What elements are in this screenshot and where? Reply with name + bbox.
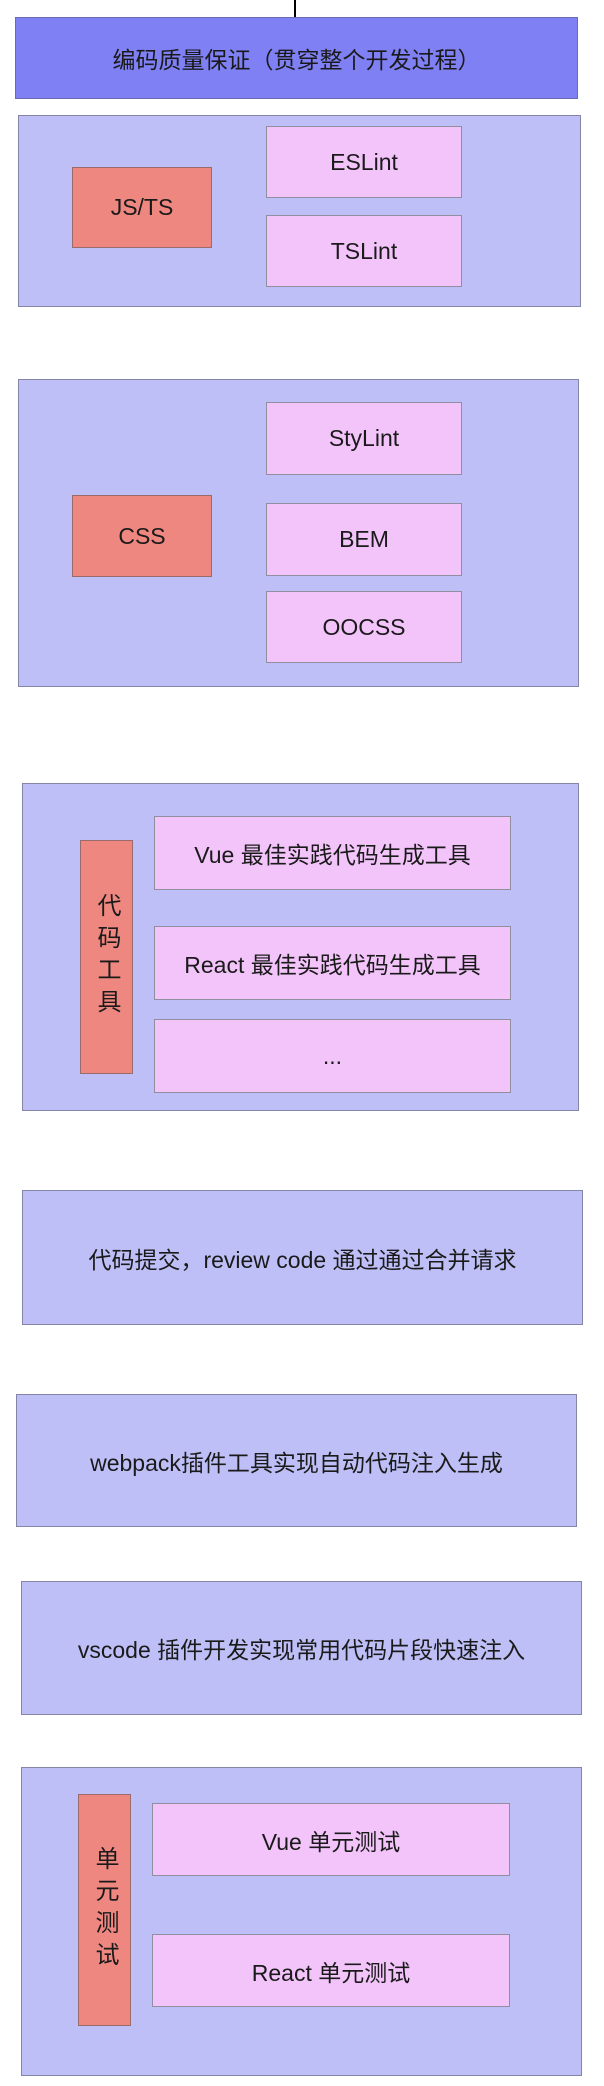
header-box: 编码质量保证（贯穿整个开发过程）: [15, 17, 578, 99]
header-title: 编码质量保证（贯穿整个开发过程）: [112, 47, 481, 73]
css-group-label: CSS: [118, 522, 166, 549]
connector-line: [294, 0, 296, 17]
js-group-label-box: JS/TS: [72, 167, 212, 248]
review-step-text: 代码提交，review code 通过通过合并请求: [88, 1246, 517, 1273]
codetool-tool-box: Vue 最佳实践代码生成工具: [154, 816, 511, 890]
js-tool-box: TSLint: [266, 215, 462, 287]
unittest-group-label: 单元测试: [91, 1846, 118, 1974]
css-tool-label: OOCSS: [322, 613, 406, 640]
codetool-tool-box: ...: [154, 1019, 511, 1093]
codetool-tool-label: React 最佳实践代码生成工具: [184, 952, 481, 978]
css-tool-label: StyLint: [328, 425, 400, 451]
js-tool-box: ESLint: [266, 126, 462, 198]
vscode-step-text: vscode 插件开发实现常用代码片段快速注入: [77, 1637, 526, 1663]
js-tool-label: TSLint: [330, 237, 398, 264]
js-group-label: JS/TS: [110, 194, 174, 220]
codetool-tool-box: React 最佳实践代码生成工具: [154, 926, 511, 1000]
review-step-box: 代码提交，review code 通过通过合并请求: [22, 1190, 583, 1325]
js-tool-label: ESLint: [330, 148, 398, 175]
css-tool-box: OOCSS: [266, 591, 462, 663]
unittest-tool-label: Vue 单元测试: [261, 1828, 401, 1855]
css-tool-box: BEM: [266, 503, 462, 576]
unittest-tool-box: React 单元测试: [152, 1934, 510, 2007]
unittest-tool-label: React 单元测试: [251, 1959, 411, 1986]
codetool-tool-label: Vue 最佳实践代码生成工具: [194, 842, 471, 868]
css-tool-label: BEM: [339, 526, 389, 552]
codetool-tool-label: ...: [322, 1042, 343, 1069]
webpack-step-text: webpack插件工具实现自动代码注入生成: [90, 1449, 503, 1476]
unittest-group-label-box: 单元测试: [78, 1794, 131, 2026]
css-tool-box: StyLint: [266, 402, 462, 475]
unittest-tool-box: Vue 单元测试: [152, 1803, 510, 1876]
codetool-group-label: 代码工具: [93, 893, 120, 1021]
vscode-step-box: vscode 插件开发实现常用代码片段快速注入: [21, 1581, 582, 1715]
webpack-step-box: webpack插件工具实现自动代码注入生成: [16, 1394, 577, 1527]
css-group-label-box: CSS: [72, 495, 212, 577]
codetool-group-label-box: 代码工具: [80, 840, 133, 1074]
